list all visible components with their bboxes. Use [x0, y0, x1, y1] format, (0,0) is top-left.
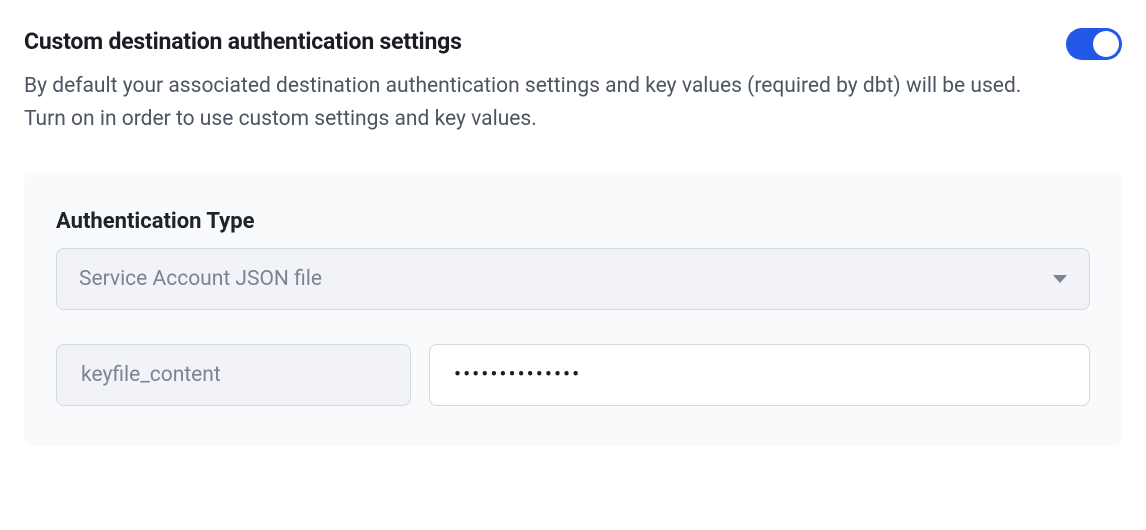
toggle-knob: [1093, 31, 1119, 57]
keyfile-key-label-box: keyfile_content: [56, 344, 411, 406]
chevron-down-icon: [1053, 275, 1067, 283]
keyfile-key-label: keyfile_content: [81, 363, 221, 387]
auth-panel: Authentication Type Service Account JSON…: [24, 173, 1122, 446]
keyfile-value-input[interactable]: [429, 344, 1090, 406]
auth-type-select[interactable]: Service Account JSON file: [56, 248, 1090, 310]
auth-type-label: Authentication Type: [56, 209, 1090, 234]
custom-auth-toggle[interactable]: [1066, 28, 1122, 60]
section-title: Custom destination authentication settin…: [24, 28, 462, 55]
auth-type-selected-value: Service Account JSON file: [79, 267, 322, 291]
section-description: By default your associated destination a…: [24, 70, 1044, 135]
